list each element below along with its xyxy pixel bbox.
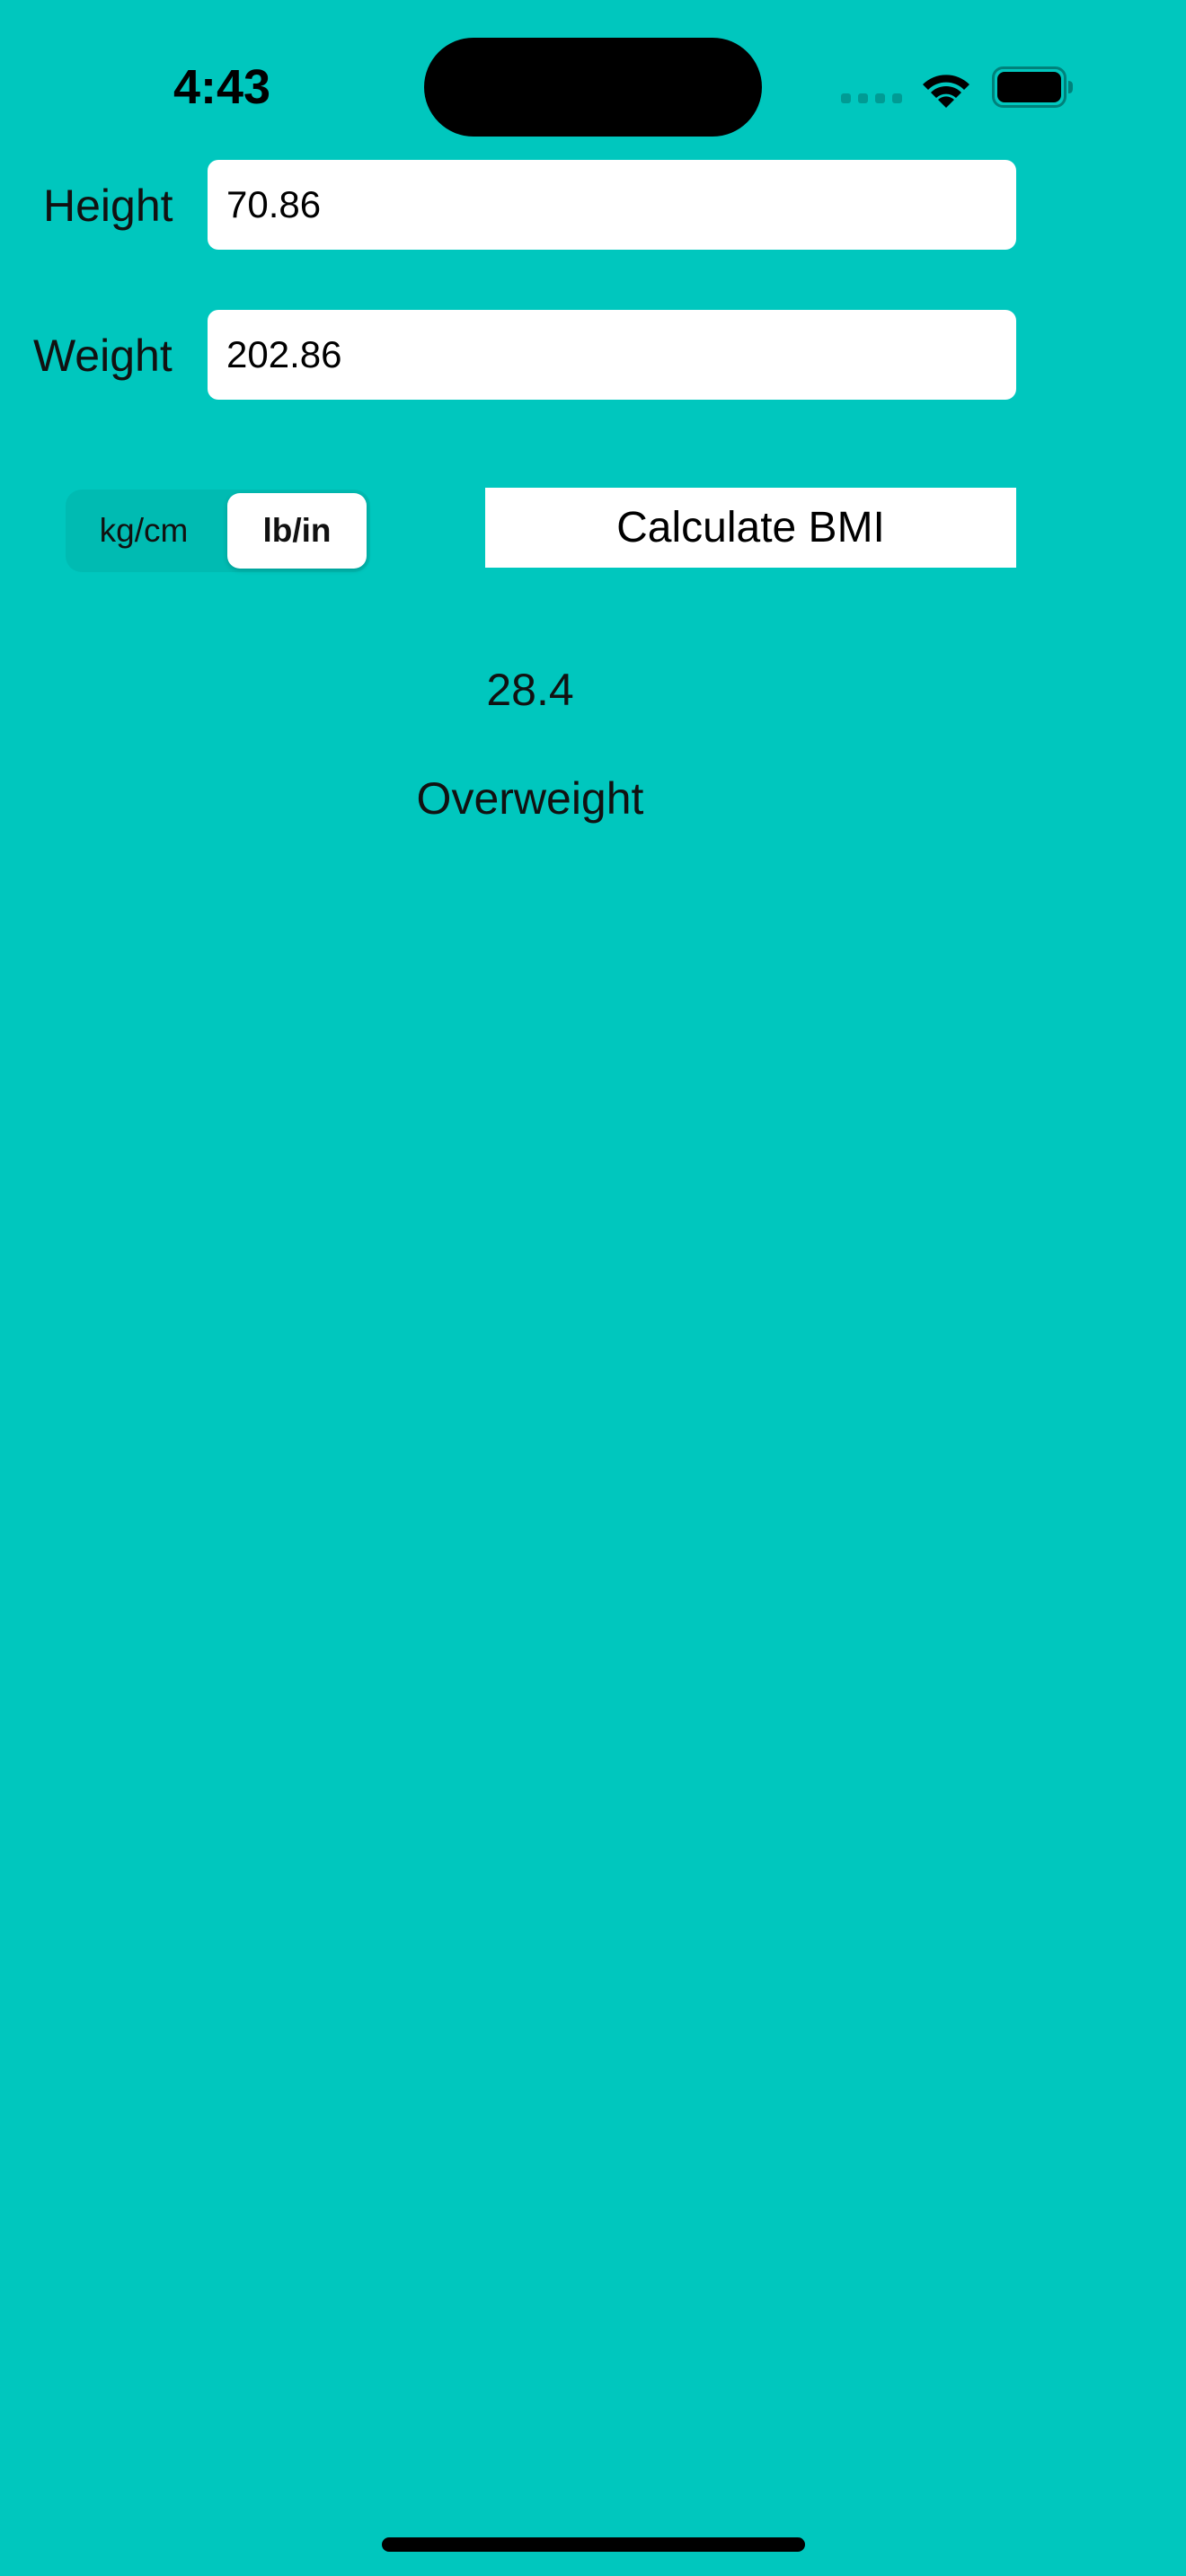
unit-segmented-control: kg/cm lb/in: [66, 490, 370, 572]
home-indicator[interactable]: [382, 2537, 805, 2552]
battery-icon: [992, 66, 1073, 108]
bmi-result-value: 28.4: [486, 665, 574, 715]
segment-kg-cm[interactable]: kg/cm: [69, 493, 218, 569]
calculate-bmi-button[interactable]: Calculate BMI: [485, 488, 1016, 568]
wifi-icon: [923, 75, 969, 108]
height-label: Height: [43, 181, 173, 231]
segment-lb-in[interactable]: lb/in: [227, 493, 367, 569]
dynamic-island: [424, 38, 762, 137]
cellular-signal-icon: [841, 93, 902, 106]
bmi-category-label: Overweight: [416, 773, 644, 824]
status-time: 4:43: [173, 60, 271, 114]
weight-input[interactable]: [208, 310, 1016, 400]
height-input[interactable]: [208, 160, 1016, 250]
weight-label: Weight: [33, 331, 173, 381]
